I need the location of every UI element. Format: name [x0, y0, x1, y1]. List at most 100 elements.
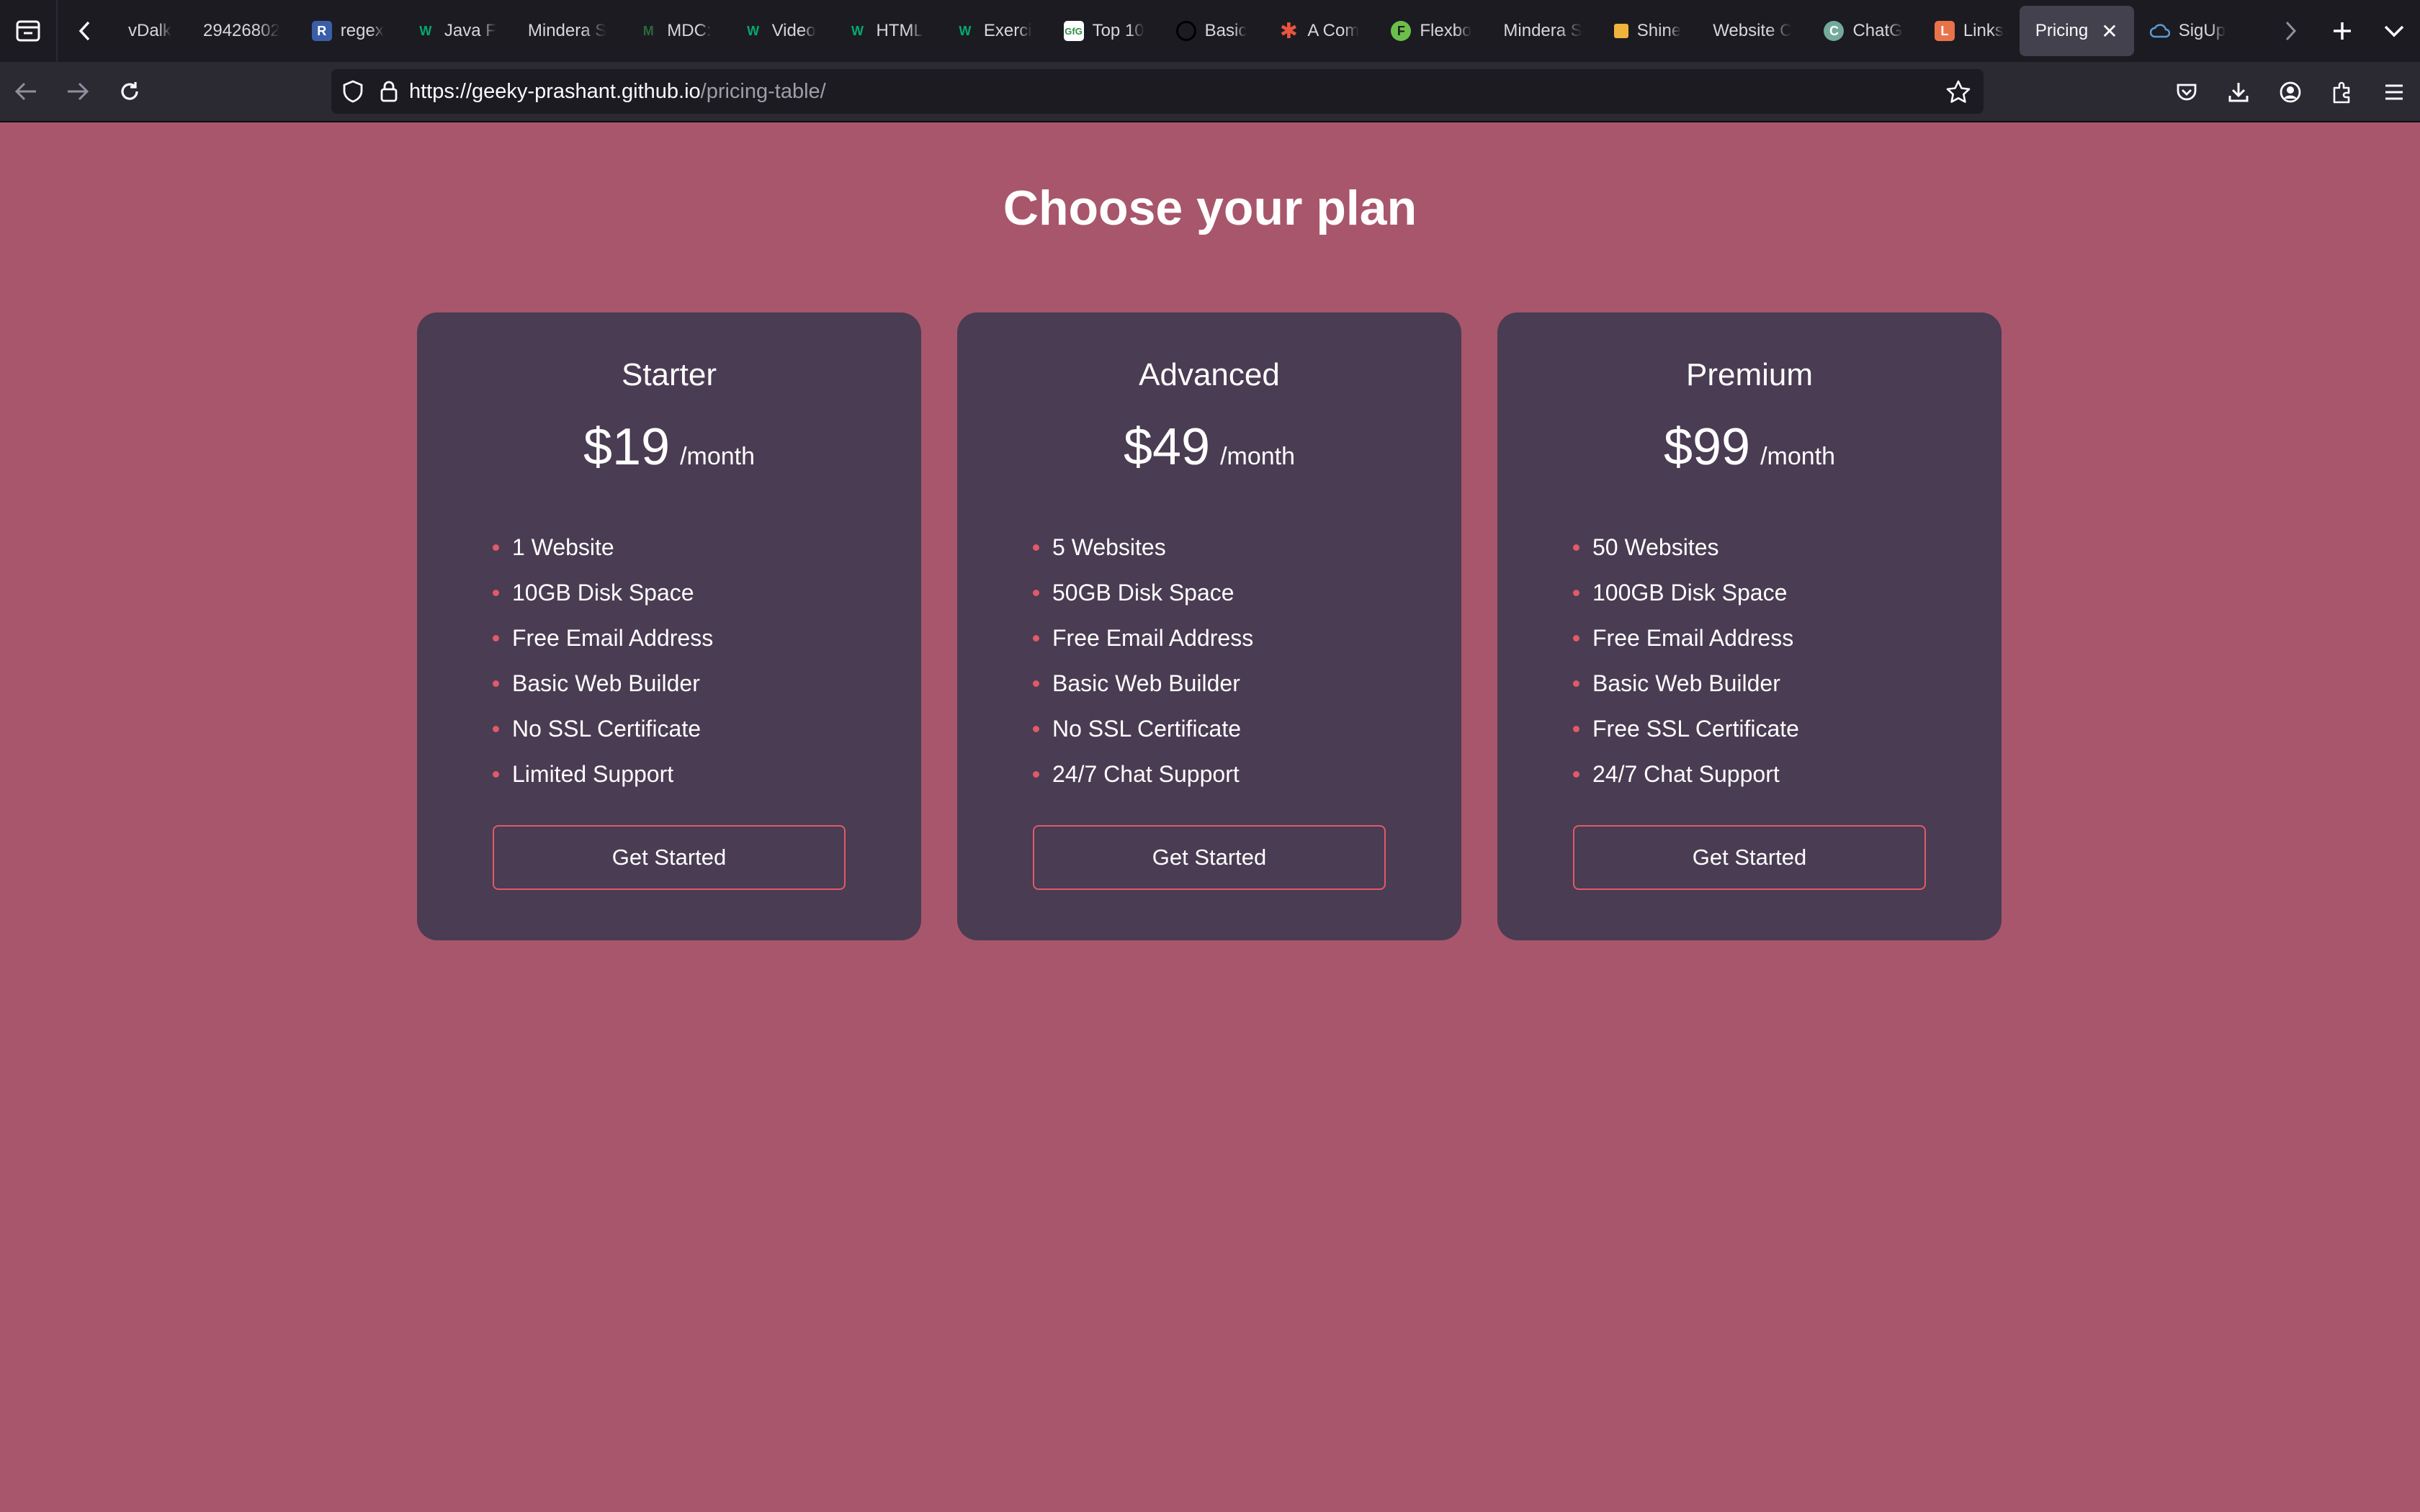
browser-tab[interactable]: W HTML [832, 6, 939, 56]
get-started-button[interactable]: Get Started [493, 825, 846, 890]
bullet-icon [1033, 726, 1039, 732]
bullet-icon [1033, 771, 1039, 778]
pocket-icon [2177, 84, 2197, 101]
feature-text: 50GB Disk Space [1052, 580, 1234, 606]
feature-item: Free Email Address [1033, 625, 1461, 670]
browser-tab[interactable]: Mindera S [512, 6, 622, 56]
hamburger-menu-icon [2385, 84, 2403, 100]
flexbox-froggy-favicon-icon: F [1391, 21, 1412, 41]
tab-title: Website C [1713, 21, 1793, 40]
toolbar-right-buttons [2161, 62, 2420, 122]
browser-tab[interactable]: Basic [1160, 6, 1263, 56]
close-tab-icon[interactable]: ✕ [2101, 19, 2118, 43]
url-path: /pricing-table/ [700, 79, 826, 103]
bullet-icon [493, 635, 499, 642]
asterisk-favicon-icon: ✱ [1279, 19, 1298, 43]
tab-title: Video [771, 21, 816, 40]
firefox-view-button[interactable] [0, 0, 58, 62]
bullet-icon [1573, 544, 1579, 551]
chatgpt-favicon-icon: C [1824, 21, 1845, 41]
browser-tab[interactable]: 29426802 [187, 6, 296, 56]
tab-title: Java F [444, 21, 496, 40]
forward-button[interactable] [52, 61, 104, 122]
plus-icon [2334, 22, 2351, 40]
address-bar[interactable]: https://geeky-prashant.github.io/pricing… [331, 69, 1984, 114]
bullet-icon [1573, 680, 1579, 687]
feature-item: Basic Web Builder [1573, 670, 2002, 716]
tab-title: SigUp [2178, 21, 2226, 40]
feature-item: Free Email Address [1573, 625, 2002, 670]
lock-icon[interactable] [375, 81, 403, 102]
browser-tab[interactable]: C ChatG [1808, 6, 1918, 56]
browser-tab[interactable]: Rregex [296, 6, 400, 56]
feature-text: Basic Web Builder [1052, 670, 1240, 696]
active-browser-tab[interactable]: Pricing ✕ [2019, 6, 2134, 56]
new-tab-button[interactable] [2316, 0, 2368, 62]
plan-price-row: $19/month [417, 418, 921, 477]
plan-price: $99 [1663, 418, 1751, 476]
downloads-button[interactable] [2213, 62, 2264, 122]
url-host: https://geeky-prashant.github.io [409, 79, 701, 103]
list-all-tabs-button[interactable] [2368, 0, 2420, 62]
bullet-icon [493, 680, 499, 687]
browser-tab[interactable]: Mindera S [1487, 6, 1597, 56]
plan-card-premium: Premium $99/month 50 Websites 100GB Disk… [1497, 312, 2002, 940]
tab-title: HTML [876, 21, 923, 40]
feature-text: 10GB Disk Space [512, 580, 694, 606]
pocket-button[interactable] [2161, 62, 2213, 122]
get-started-button[interactable]: Get Started [1573, 825, 1926, 890]
back-button[interactable] [0, 61, 52, 122]
plan-name: Premium [1685, 357, 1814, 392]
feature-text: 5 Websites [1052, 534, 1166, 560]
browser-tab[interactable]: W Java F [400, 6, 512, 56]
feature-list: 50 Websites 100GB Disk Space Free Email … [1573, 534, 2002, 806]
plan-name: Advanced [1139, 357, 1280, 392]
browser-tab[interactable]: L Links [1919, 6, 2020, 56]
url-text[interactable]: https://geeky-prashant.github.io/pricing… [409, 80, 1933, 104]
tab-bar: vDalk 29426802 Rregex W Java F Mindera S … [0, 0, 2420, 62]
chevron-left-icon [79, 21, 90, 41]
feature-item: 100GB Disk Space [1573, 580, 2002, 625]
regex-favicon-icon: R [311, 21, 332, 41]
browser-tab[interactable]: vDalk [112, 6, 187, 56]
browser-tab[interactable]: ✱ A Com [1263, 6, 1375, 56]
feature-item: Free Email Address [493, 625, 921, 670]
feature-item: Basic Web Builder [1033, 670, 1461, 716]
browser-tab[interactable]: SigUp [2134, 6, 2241, 56]
scroll-tabs-left-button[interactable] [58, 0, 112, 62]
browser-tab[interactable]: GfG Top 10 [1048, 6, 1160, 56]
browser-tab[interactable]: Website C [1697, 6, 1808, 56]
browser-tab[interactable]: W Video [727, 6, 832, 56]
browser-tab[interactable]: Shine [1598, 6, 1697, 56]
tab-title: Mindera S [527, 21, 607, 40]
plan-price-row: $99/month [1497, 418, 2002, 477]
scroll-tabs-right-button[interactable] [2264, 0, 2316, 62]
plan-price-row: $49/month [957, 418, 1461, 477]
get-started-button[interactable]: Get Started [1033, 825, 1386, 890]
account-button[interactable] [2264, 62, 2316, 122]
app-menu-button[interactable] [2368, 62, 2420, 122]
feature-item: 1 Website [493, 534, 921, 580]
browser-tab[interactable]: M MDC: [622, 6, 727, 56]
feature-item: 24/7 Chat Support [1573, 761, 2002, 806]
plan-price: $49 [1123, 418, 1211, 476]
browser-tab[interactable]: F Flexbo [1375, 6, 1487, 56]
feature-text: Free Email Address [1052, 625, 1254, 651]
chevron-right-icon [2285, 21, 2297, 41]
reload-button[interactable] [104, 61, 156, 122]
bookmark-star-icon[interactable] [1933, 80, 1984, 103]
reload-icon [121, 82, 138, 100]
tracking-protection-icon[interactable] [331, 80, 375, 103]
browser-tab[interactable]: W Exerci [939, 6, 1048, 56]
extensions-button[interactable] [2316, 62, 2368, 122]
account-icon [2280, 81, 2301, 103]
navigation-toolbar: https://geeky-prashant.github.io/pricing… [0, 62, 2420, 122]
plan-period: /month [1220, 443, 1296, 470]
tab-title: Exerci [983, 21, 1032, 40]
feature-item: 50 Websites [1573, 534, 2002, 580]
tab-bar-controls [2264, 0, 2420, 62]
feature-list: 1 Website 10GB Disk Space Free Email Add… [493, 534, 921, 806]
chevron-down-icon [2384, 25, 2404, 37]
feature-list: 5 Websites 50GB Disk Space Free Email Ad… [1033, 534, 1461, 806]
feature-text: Free Email Address [512, 625, 714, 651]
